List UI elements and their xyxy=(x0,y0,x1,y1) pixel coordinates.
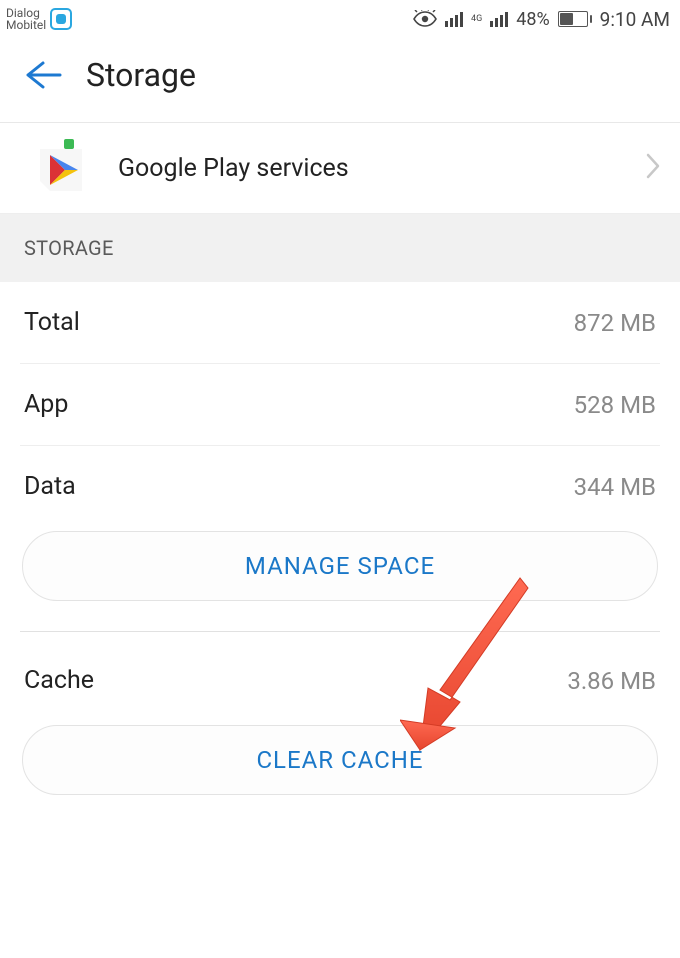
row-data-label: Data xyxy=(24,472,76,501)
row-cache-label: Cache xyxy=(24,666,94,695)
carrier-label: Dialog Mobitel xyxy=(6,7,46,31)
row-app-value: 528 MB xyxy=(574,391,656,419)
clock: 9:10 AM xyxy=(600,8,670,31)
row-data: Data 344 MB xyxy=(20,446,660,519)
page-title: Storage xyxy=(86,56,196,94)
google-play-services-icon xyxy=(32,139,90,197)
carrier-line-2: Mobitel xyxy=(6,19,46,31)
signal-bars-1-icon xyxy=(445,12,463,27)
row-total-value: 872 MB xyxy=(574,309,656,337)
section-heading-storage: STORAGE xyxy=(0,214,680,282)
notification-icon xyxy=(50,8,72,30)
app-header: Storage xyxy=(0,36,680,123)
battery-icon xyxy=(558,11,592,27)
back-button[interactable] xyxy=(22,59,62,91)
network-type-label: 4G xyxy=(471,15,482,24)
row-cache-value: 3.86 MB xyxy=(567,667,656,695)
status-bar: Dialog Mobitel 4G 48% 9:10 AM xyxy=(0,0,680,36)
signal-bars-2-icon xyxy=(490,12,508,27)
app-name: Google Play services xyxy=(118,154,618,183)
manage-space-button[interactable]: MANAGE SPACE xyxy=(22,531,658,601)
chevron-right-icon xyxy=(646,153,660,183)
row-app: App 528 MB xyxy=(20,364,660,446)
row-data-value: 344 MB xyxy=(574,473,656,501)
row-app-label: App xyxy=(24,390,68,419)
eye-comfort-icon xyxy=(413,10,437,28)
row-cache: Cache 3.86 MB xyxy=(20,640,660,713)
row-total: Total 872 MB xyxy=(20,282,660,364)
app-info-row[interactable]: Google Play services xyxy=(0,123,680,214)
battery-percent: 48% xyxy=(516,9,549,30)
clear-cache-button[interactable]: CLEAR CACHE xyxy=(22,725,658,795)
row-total-label: Total xyxy=(24,308,80,337)
